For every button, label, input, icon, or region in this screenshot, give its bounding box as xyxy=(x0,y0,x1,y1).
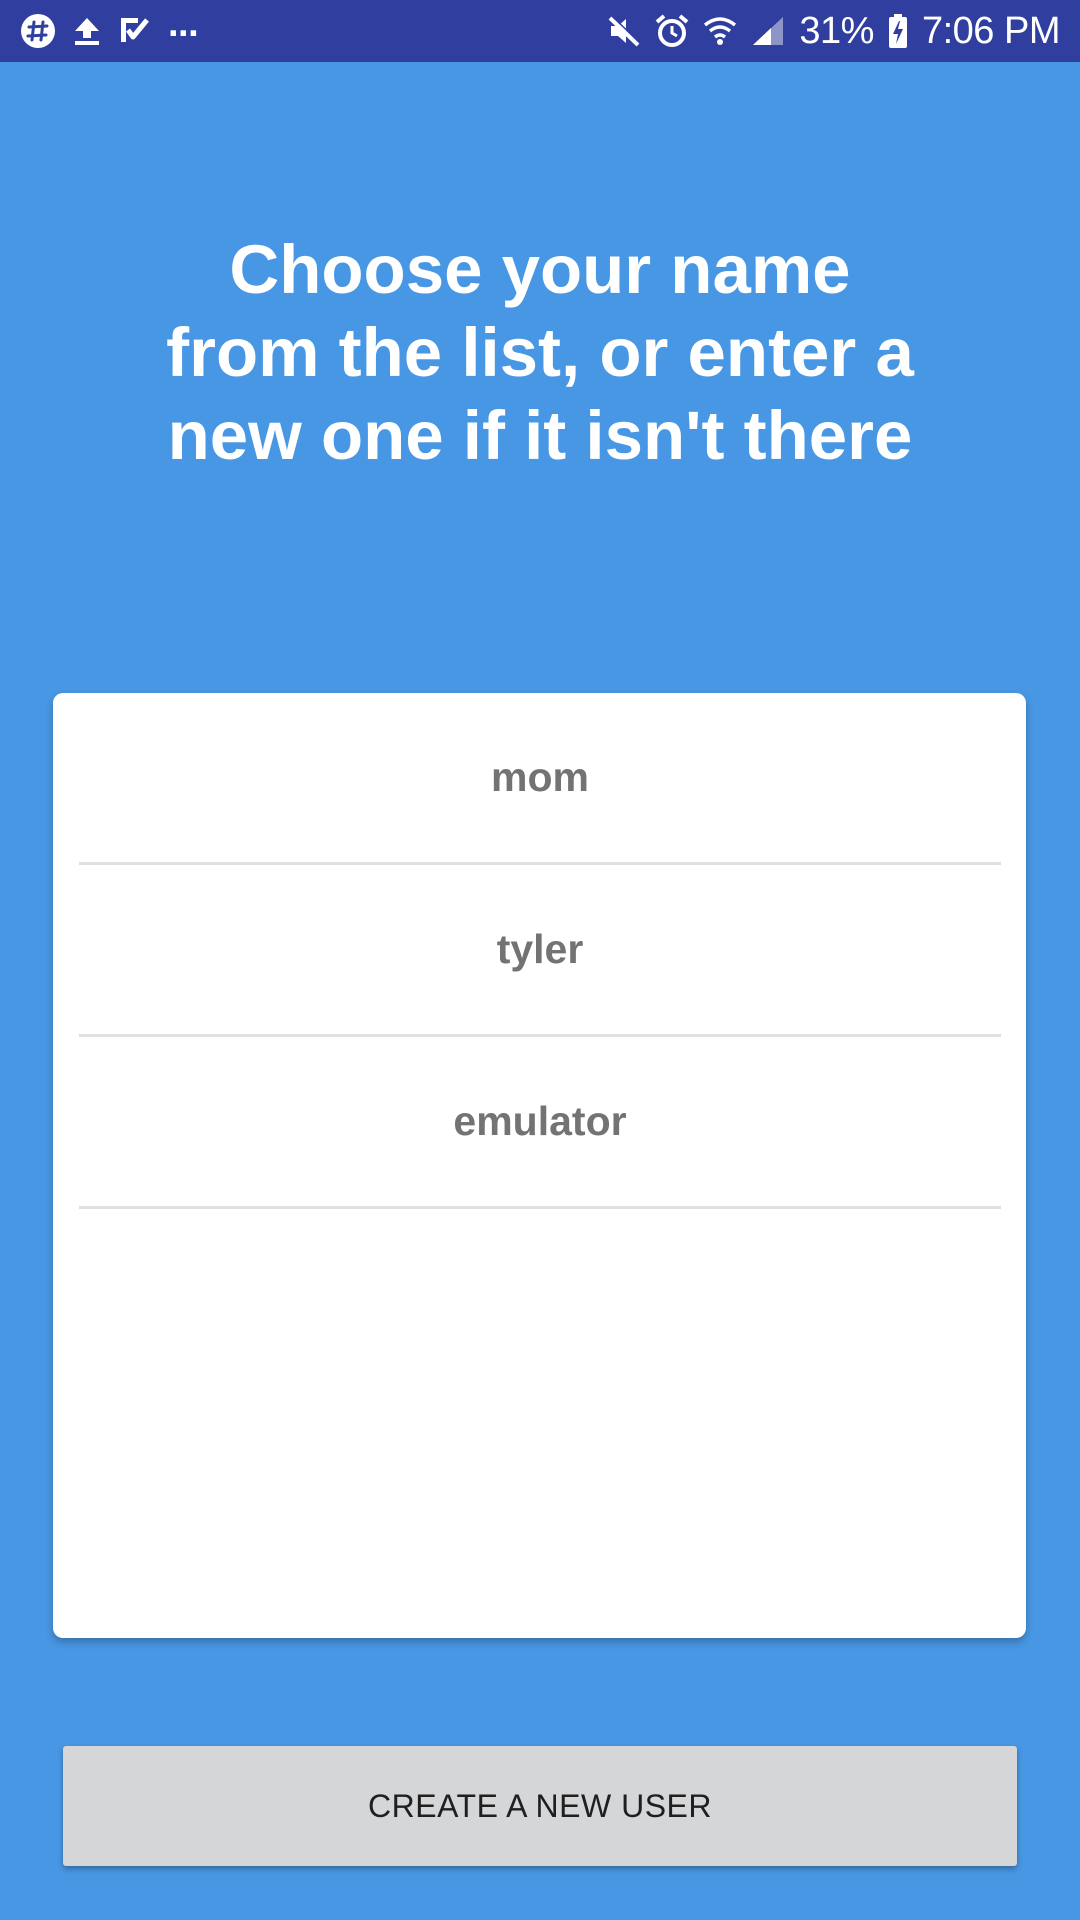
user-name: emulator xyxy=(453,1098,627,1144)
alarm-icon xyxy=(655,14,689,48)
user-list-item-emulator[interactable]: emulator xyxy=(79,1037,1001,1209)
upload-icon xyxy=(74,16,100,46)
user-list-item-tyler[interactable]: tyler xyxy=(79,865,1001,1037)
page-title: Choose your name from the list, or enter… xyxy=(166,231,914,474)
system-status: 31% 7:06 PM xyxy=(607,8,1061,54)
tasks-check-icon xyxy=(118,15,150,47)
user-name: tyler xyxy=(496,926,584,972)
notification-icons: ... xyxy=(20,5,199,52)
user-list-card: mom tyler emulator xyxy=(53,693,1026,1638)
user-list-item-mom[interactable]: mom xyxy=(79,693,1001,865)
more-notifications-indicator: ... xyxy=(168,3,199,45)
wifi-icon xyxy=(703,15,737,47)
clock: 7:06 PM xyxy=(921,9,1061,52)
battery-charging-icon xyxy=(888,13,908,49)
mute-icon xyxy=(607,14,641,48)
battery-percentage: 31% xyxy=(799,9,874,52)
slack-icon xyxy=(20,13,56,49)
status-bar: ... 31% 7:06 PM xyxy=(0,0,1080,62)
create-new-user-button[interactable]: CREATE A NEW USER xyxy=(63,1746,1017,1866)
signal-icon xyxy=(751,15,785,47)
user-list[interactable]: mom tyler emulator xyxy=(79,693,1001,1209)
user-name: mom xyxy=(491,754,589,800)
